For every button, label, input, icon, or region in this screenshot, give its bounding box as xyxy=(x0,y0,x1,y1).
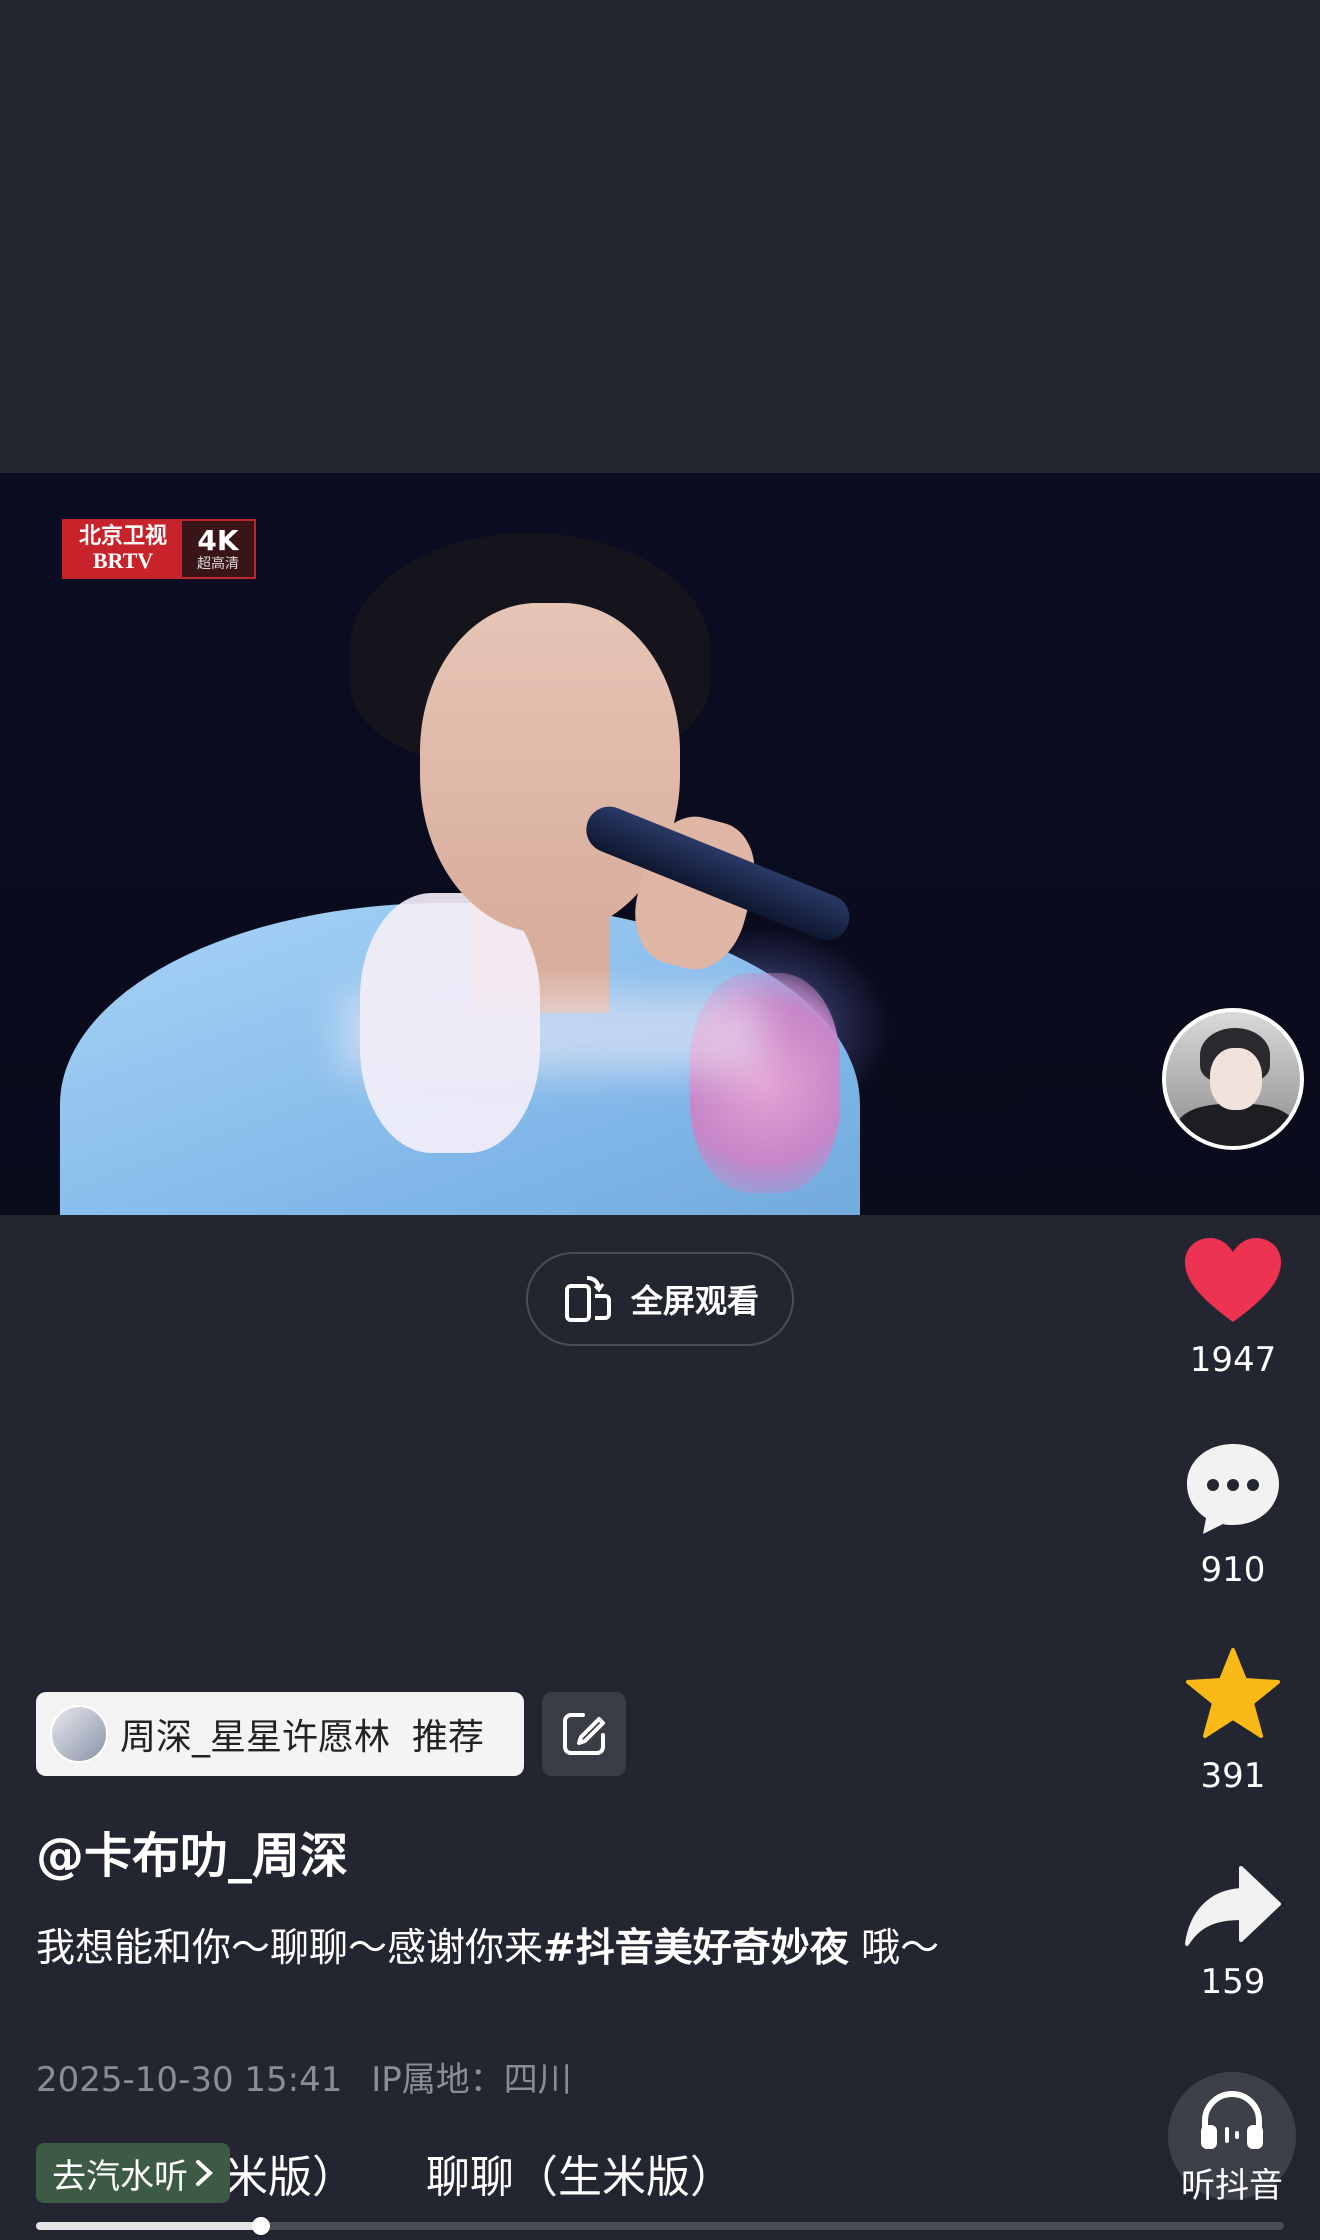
chevron-right-icon xyxy=(196,2160,213,2186)
hashtag-link[interactable]: #抖音美好奇妙夜 xyxy=(543,1926,849,1971)
music-row[interactable]: 去汽水听 米版） 聊聊（生米版） xyxy=(36,2140,734,2206)
progress-fill xyxy=(36,2222,261,2230)
qishui-listen-button[interactable]: 去汽水听 xyxy=(36,2143,230,2203)
comment-bubble-icon xyxy=(1187,1444,1279,1534)
fullscreen-label: 全屏观看 xyxy=(630,1282,759,1320)
recommend-label: 推荐 xyxy=(412,1717,485,1758)
rotate-phone-icon xyxy=(564,1276,611,1322)
ip-location: IP属地：四川 xyxy=(371,2060,572,2100)
headphones-icon xyxy=(1201,2091,1263,2149)
heart-icon xyxy=(1185,1238,1281,1322)
video-player[interactable]: 北京卫视 BRTV 4K 超高清 xyxy=(0,473,1320,1215)
quality-sub: 超高清 xyxy=(197,556,239,572)
author-handle[interactable]: @卡布叻_周深 xyxy=(36,1816,348,1886)
favorite-count: 391 xyxy=(1200,1756,1266,1796)
comment-count: 910 xyxy=(1200,1550,1266,1590)
music-track-a: 米版） xyxy=(224,2152,356,2203)
description-text: 我想能和你～聊聊～感谢你来 xyxy=(36,1926,544,1971)
comment-button[interactable]: 910 xyxy=(1172,1440,1294,1590)
like-count: 1947 xyxy=(1189,1340,1277,1380)
recommender-name: 周深_星星许愿林 xyxy=(120,1717,391,1758)
edit-button[interactable] xyxy=(542,1692,626,1776)
like-button[interactable]: 1947 xyxy=(1172,1236,1294,1380)
video-description: 我想能和你～聊聊～感谢你来#抖音美好奇妙夜 哦～ xyxy=(36,1918,1016,1980)
star-icon xyxy=(1186,1648,1280,1738)
video-blurred-subtitle xyxy=(340,993,760,1073)
description-tail: 哦～ xyxy=(861,1926,940,1971)
qishui-label: 去汽水听 xyxy=(52,2156,188,2197)
progress-knob[interactable] xyxy=(251,2217,270,2235)
channel-logo-name: 北京卫视 xyxy=(78,524,167,549)
channel-logo-abbr: BRTV xyxy=(92,548,154,573)
share-arrow-icon xyxy=(1185,1866,1281,1946)
author-avatar[interactable] xyxy=(1162,1008,1304,1150)
fullscreen-button[interactable]: 全屏观看 xyxy=(526,1252,794,1346)
music-track-b: 聊聊（生米版） xyxy=(426,2152,734,2203)
edit-icon xyxy=(563,1713,605,1755)
quality-badge: 4K xyxy=(197,524,239,557)
channel-logo: 北京卫视 BRTV 4K 超高清 xyxy=(62,519,256,579)
favorite-button[interactable]: 391 xyxy=(1172,1646,1294,1796)
recommend-chip[interactable]: 周深_星星许愿林 推荐 xyxy=(36,1692,524,1776)
share-count: 159 xyxy=(1200,1962,1266,2002)
post-meta: 2025-10-30 15:41 IP属地：四川 xyxy=(36,2052,572,2101)
post-date: 2025-10-30 15:41 xyxy=(36,2060,343,2100)
share-button[interactable]: 159 xyxy=(1172,1864,1294,2002)
listen-douyin-label: 听抖音 xyxy=(1181,2166,1283,2206)
recommender-avatar xyxy=(50,1705,108,1763)
music-marquee: 米版） 聊聊（生米版） xyxy=(224,2141,734,2205)
